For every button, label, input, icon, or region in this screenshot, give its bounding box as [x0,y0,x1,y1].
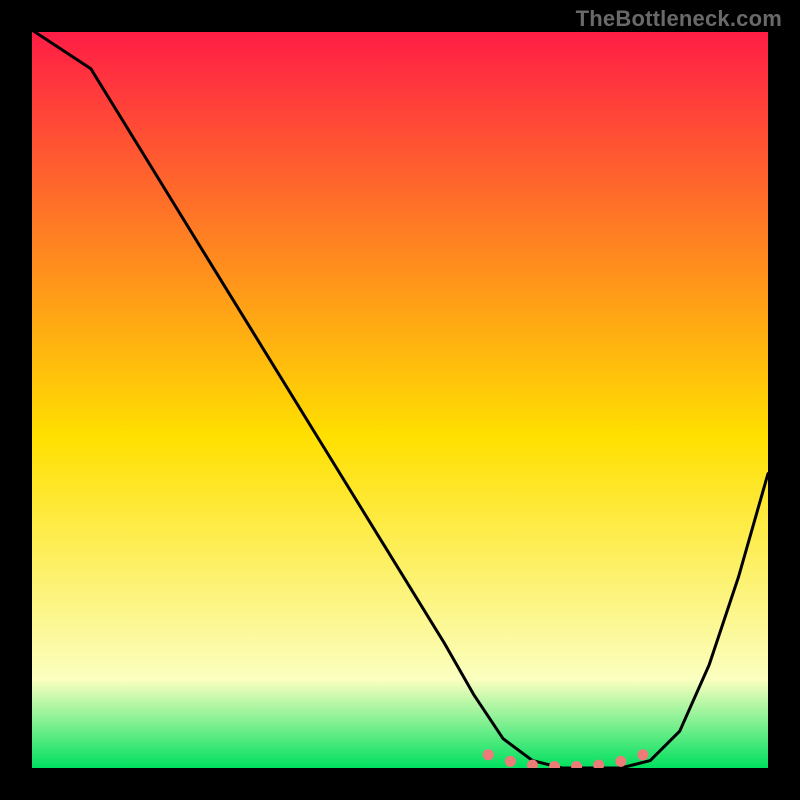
mask-left [0,0,32,800]
mask-right [768,0,800,800]
chart-frame: TheBottleneck.com [0,0,800,800]
optimal-zone-marker [637,749,648,760]
optimal-zone-marker [505,756,516,767]
watermark-text: TheBottleneck.com [576,6,782,32]
optimal-zone-marker [483,749,494,760]
plot-background [32,32,768,768]
optimal-zone-marker [615,756,626,767]
mask-bottom [0,768,800,800]
chart-canvas [0,0,800,800]
